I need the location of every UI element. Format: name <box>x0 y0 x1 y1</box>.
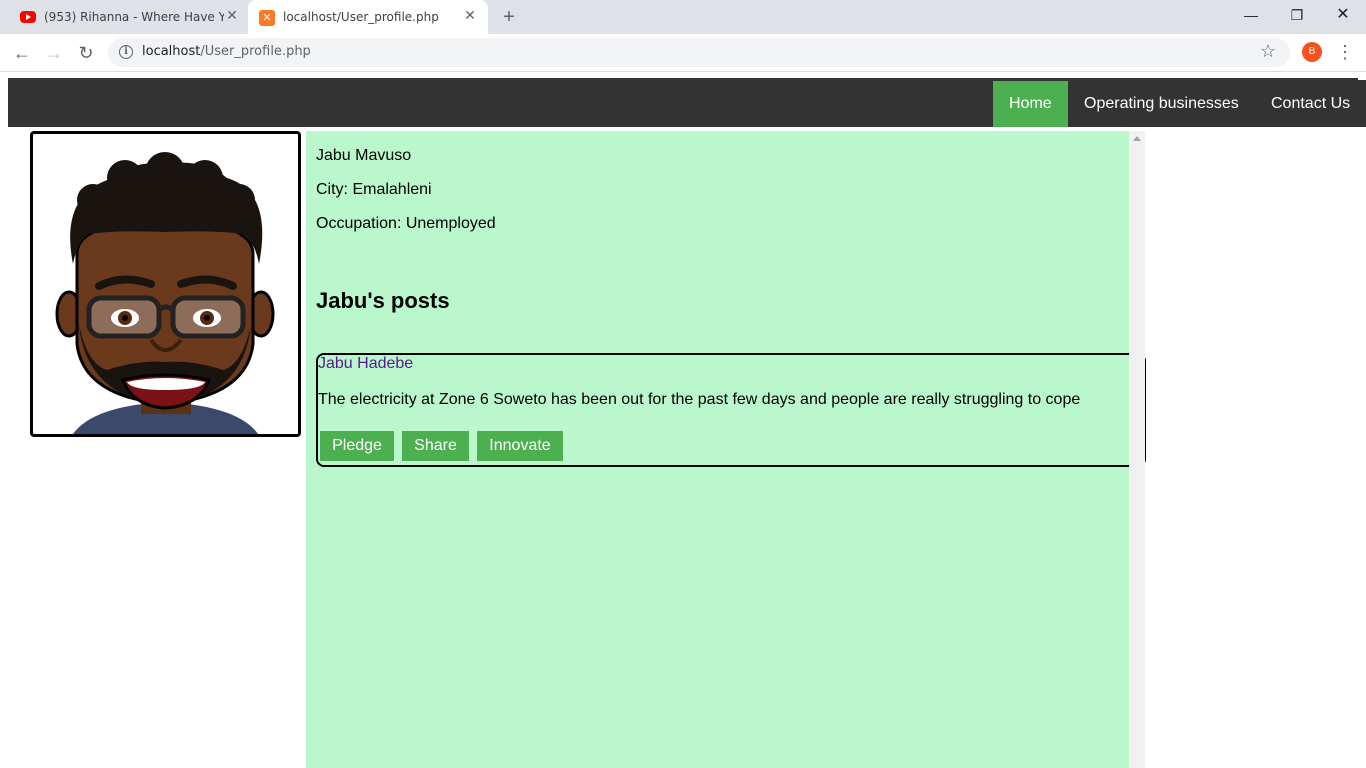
browser-toolbar: ← → ↻ i localhost/User_profile.php ☆ B ⋮ <box>0 34 1366 72</box>
profile-avatar <box>30 131 301 437</box>
tab-title: localhost/User_profile.php <box>283 10 439 24</box>
post-text: The electricity at Zone 6 Soweto has bee… <box>318 391 1081 408</box>
profile-occupation: Occupation: Unemployed <box>316 215 496 232</box>
url-text: localhost/User_profile.php <box>142 44 311 59</box>
nav-contact-us[interactable]: Contact Us <box>1255 81 1366 127</box>
profile-avatar-icon[interactable]: B <box>1302 42 1322 62</box>
nav-operating-businesses[interactable]: Operating businesses <box>1068 81 1255 127</box>
youtube-icon <box>20 11 36 23</box>
new-tab-icon[interactable]: + <box>498 6 520 28</box>
content-scrollbar[interactable] <box>1129 131 1145 768</box>
profile-name: Jabu Mavuso <box>316 147 412 164</box>
tab-title: (953) Rihanna - Where Have You <box>44 10 224 24</box>
kebab-menu-icon[interactable]: ⋮ <box>1336 41 1354 63</box>
close-window-icon[interactable]: ✕ <box>1328 4 1358 26</box>
restore-icon[interactable]: ❐ <box>1282 4 1312 26</box>
site-navbar: Home Operating businesses Contact Us <box>8 80 1366 127</box>
close-icon[interactable]: ✕ <box>462 8 478 24</box>
back-icon[interactable]: ← <box>10 41 34 65</box>
address-bar[interactable]: i localhost/User_profile.php ☆ <box>108 38 1290 67</box>
info-icon[interactable]: i <box>119 45 133 59</box>
bookmark-star-icon[interactable]: ☆ <box>1260 41 1276 62</box>
tab-youtube[interactable]: (953) Rihanna - Where Have You ✕ <box>8 0 246 34</box>
forward-icon[interactable]: → <box>42 41 66 65</box>
profile-city: City: Emalahleni <box>316 181 432 198</box>
pledge-button[interactable]: Pledge <box>320 431 394 461</box>
profile-content-panel: Jabu Mavuso City: Emalahleni Occupation:… <box>306 131 1146 768</box>
innovate-button[interactable]: Innovate <box>477 431 563 461</box>
share-button[interactable]: Share <box>402 431 469 461</box>
nav-home[interactable]: Home <box>993 81 1068 127</box>
tab-strip: (953) Rihanna - Where Have You ✕ ✕ local… <box>0 0 1366 34</box>
post-card: Jabu Hadebe The electricity at Zone 6 So… <box>316 353 1146 467</box>
bitmoji-avatar-image <box>55 152 275 434</box>
posts-heading: Jabu's posts <box>316 288 450 313</box>
minimize-icon[interactable]: — <box>1236 4 1266 26</box>
close-icon[interactable]: ✕ <box>224 8 240 24</box>
scroll-up-arrow-icon[interactable] <box>1133 136 1141 141</box>
post-author-link[interactable]: Jabu Hadebe <box>318 355 413 373</box>
reload-icon[interactable]: ↻ <box>74 41 98 65</box>
tab-user-profile[interactable]: ✕ localhost/User_profile.php ✕ <box>248 0 488 34</box>
xampp-icon: ✕ <box>259 10 275 26</box>
